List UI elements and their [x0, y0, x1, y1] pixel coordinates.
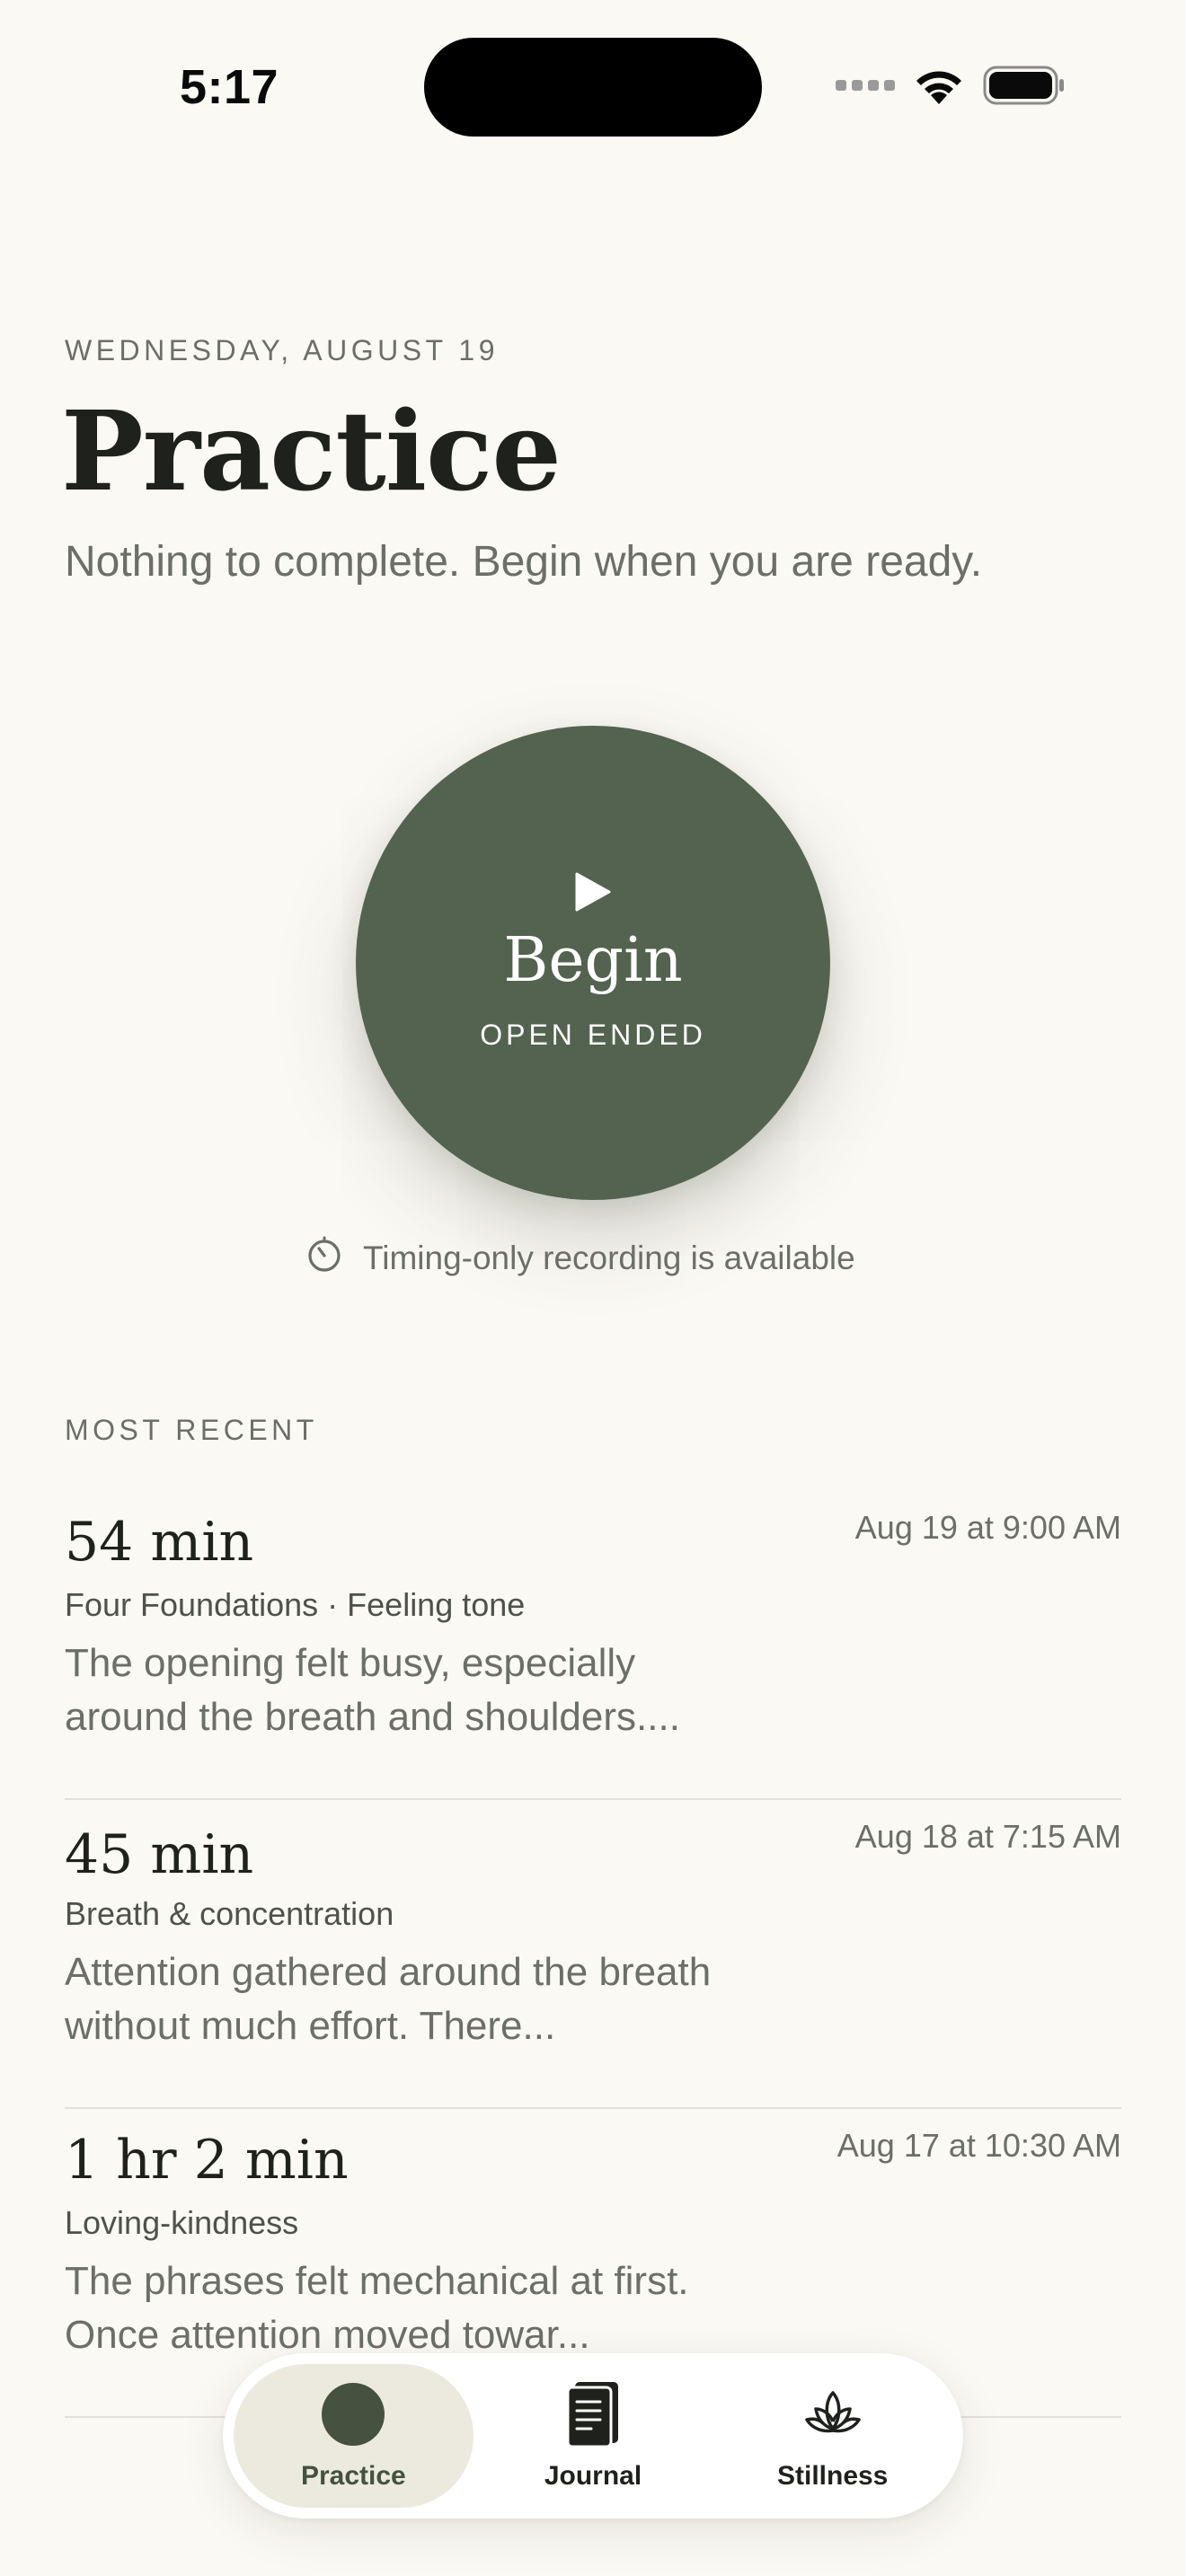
session-timestamp: Aug 18 at 7:15 AM: [854, 1818, 1121, 1855]
timer-icon: [305, 1236, 343, 1282]
journal-icon: [564, 2380, 622, 2448]
tab-practice[interactable]: Practice: [234, 2364, 474, 2508]
wifi-icon: [911, 65, 967, 106]
session-tags: Breath & concentration: [65, 1895, 394, 1932]
date-label: WEDNESDAY, AUGUST 19: [65, 334, 500, 366]
page-subtitle: Nothing to complete. Begin when you are …: [65, 538, 983, 586]
session-note: The phrases felt mechanical at first. On…: [65, 2259, 689, 2357]
session-duration: 54 min: [65, 1511, 254, 1574]
session-timestamp: Aug 19 at 9:00 AM: [854, 1509, 1121, 1546]
tab-label: Stillness: [776, 2461, 889, 2491]
session-duration: 1 hr 2 min: [65, 2129, 349, 2192]
status-bar: 5:17: [0, 0, 1186, 171]
begin-mode-label: OPEN ENDED: [480, 1019, 706, 1051]
session-duration: 45 min: [65, 1823, 254, 1886]
session-tags: Loving-kindness: [65, 2204, 299, 2241]
practice-dot-icon: [322, 2380, 385, 2448]
begin-label: Begin: [503, 925, 683, 996]
timing-note-text: Timing-only recording is available: [363, 1239, 855, 1276]
tab-journal[interactable]: Journal: [474, 2364, 713, 2508]
timing-note: Timing-only recording is available: [305, 1236, 855, 1282]
tab-label: Practice: [300, 2461, 406, 2491]
most-recent-label: MOST RECENT: [65, 1414, 318, 1446]
tab-bar: Practice Journal Stillness: [223, 2353, 963, 2519]
status-time: 5:17: [180, 60, 279, 114]
recent-sessions-list: 54 min Aug 19 at 9:00 AM Four Foundation…: [65, 1491, 1121, 2418]
cellular-signal-icon: [836, 80, 895, 91]
session-note: The opening felt busy, especially around…: [65, 1641, 680, 1739]
begin-button[interactable]: Begin OPEN ENDED: [356, 726, 830, 1200]
session-tags: Four Foundations · Feeling tone: [65, 1586, 526, 1623]
play-icon: [573, 870, 613, 918]
status-icons: [836, 63, 1066, 108]
session-timestamp: Aug 17 at 10:30 AM: [836, 2127, 1121, 2164]
lotus-icon: [803, 2380, 863, 2448]
session-note: Attention gathered around the breath wit…: [65, 1950, 712, 2048]
session-row[interactable]: 54 min Aug 19 at 9:00 AM Four Foundation…: [65, 1491, 1121, 1800]
session-row[interactable]: 45 min Aug 18 at 7:15 AM Breath & concen…: [65, 1800, 1121, 2109]
dynamic-island: [424, 38, 762, 137]
tab-stillness[interactable]: Stillness: [712, 2364, 952, 2508]
page-title: Practice: [61, 386, 562, 516]
battery-icon: [983, 65, 1066, 106]
tab-label: Journal: [544, 2461, 642, 2491]
